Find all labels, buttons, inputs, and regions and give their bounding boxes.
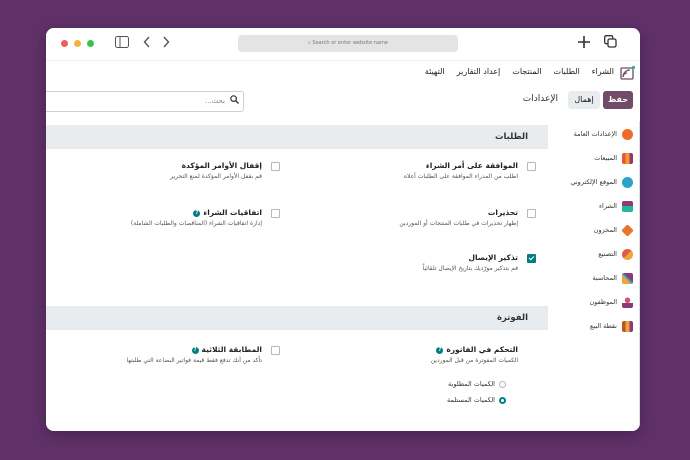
discard-button[interactable]: إهمال <box>568 91 600 109</box>
setting-title: الموافقة على أمر الشراء <box>425 161 518 170</box>
section-title: الفوترة <box>496 313 528 323</box>
setting-description: الكميات المفوترة من قبل الموردين <box>430 357 518 364</box>
section-header-invoicing: الفوترة <box>46 306 548 330</box>
url-placeholder: Search or enter website name <box>312 40 388 46</box>
maximize-window-button[interactable] <box>87 40 94 47</box>
menu-purchase[interactable]: الشراء <box>592 67 614 76</box>
inventory-icon <box>621 223 634 237</box>
warnings-checkbox[interactable] <box>527 209 536 218</box>
help-icon[interactable]: ? <box>193 209 201 217</box>
accounting-icon <box>622 272 633 284</box>
close-window-button[interactable] <box>61 40 68 47</box>
settings-sidebar: الإعدادات العامة المبيعات الموقع الإلكتر… <box>547 121 640 431</box>
control-panel: حفظ إهمال الإعدادات بحث... <box>46 89 640 113</box>
receipt-reminder-checkbox[interactable] <box>527 254 536 263</box>
purchase-agreements-checkbox[interactable] <box>271 209 280 218</box>
setting-description: تأكد من أنك تدفع فقط قيمة فواتير البضاعة… <box>126 357 262 364</box>
forward-arrow-icon[interactable] <box>162 36 170 51</box>
setting-description: اطلب من المدراء الموافقة على الطلبات أعل… <box>403 173 518 180</box>
back-arrow-icon[interactable] <box>143 36 151 51</box>
setting-description: إظهار تحذيرات في طلبات المنتجات أو المور… <box>399 220 518 227</box>
tab-overview-icon[interactable] <box>604 35 617 51</box>
url-bar[interactable]: ⌕ Search or enter website name <box>238 35 458 52</box>
bill-control-received-option[interactable]: الكميات المستلمة <box>447 396 506 404</box>
sidebar-item-label: الشراء <box>598 202 617 210</box>
setting-lock-orders: إقفال الأوامر المؤكدة قم بقفل الأوامر ال… <box>102 161 280 180</box>
radio-received[interactable] <box>499 396 506 404</box>
setting-purchase-agreements: اتفاقيات الشراء? إدارة اتفاقيات الشراء (… <box>102 208 280 227</box>
radio-ordered[interactable] <box>499 380 506 388</box>
menu-configuration[interactable]: التهيئة <box>425 67 445 76</box>
employees-icon <box>622 296 633 308</box>
sidebar-item-general-settings[interactable]: الإعدادات العامة <box>549 125 633 143</box>
setting-title: المطابقة الثلاثية <box>201 345 262 354</box>
purchase-app-logo-icon[interactable] <box>620 65 636 80</box>
top-navbar: الشراء الطلبات المنتجات إعداد التقارير ا… <box>46 61 640 83</box>
sidebar-item-inventory[interactable]: المخزون <box>549 221 634 239</box>
setting-warnings: تحذيرات إظهار تحذيرات في طلبات المنتجات … <box>358 208 536 227</box>
minimize-window-button[interactable] <box>74 40 81 47</box>
sidebar-item-website[interactable]: الموقع الإلكتروني <box>549 173 633 191</box>
new-tab-icon[interactable] <box>578 35 590 51</box>
sidebar-item-label: نقطة البيع <box>589 322 617 330</box>
sidebar-item-label: التصنيع <box>598 250 617 258</box>
po-approval-checkbox[interactable] <box>527 162 536 171</box>
setting-title: تحذيرات <box>487 208 518 217</box>
setting-title: التحكم في الفاتورة <box>446 345 518 354</box>
setting-title: تذكير الإيصال <box>468 253 518 262</box>
setting-title: إقفال الأوامر المؤكدة <box>181 161 262 170</box>
general-settings-icon <box>622 128 633 140</box>
setting-po-approval: الموافقة على أمر الشراء اطلب من المدراء … <box>358 161 536 180</box>
menu-reporting[interactable]: إعداد التقارير <box>457 67 501 76</box>
sidebar-item-manufacturing[interactable]: التصنيع <box>549 245 633 263</box>
sidebar-item-label: الموظفون <box>589 298 618 306</box>
sidebar-item-label: المبيعات <box>594 154 617 162</box>
section-title: الطلبات <box>494 132 528 142</box>
browser-titlebar: ⌕ Search or enter website name <box>46 28 640 61</box>
three-way-matching-checkbox[interactable] <box>271 346 280 355</box>
section-header-orders: الطلبات <box>46 125 548 149</box>
sidebar-item-employees[interactable]: الموظفون <box>549 293 633 311</box>
sidebar-item-purchase[interactable]: الشراء <box>549 197 633 215</box>
help-icon[interactable]: ? <box>191 346 199 354</box>
menu-orders[interactable]: الطلبات <box>554 67 580 76</box>
help-icon[interactable]: ? <box>436 346 444 354</box>
settings-content: الطلبات الموافقة على أمر الشراء اطلب من … <box>46 121 548 431</box>
sidebar-item-label: المخزون <box>593 226 617 234</box>
sidebar-item-point-of-sale[interactable]: نقطة البيع <box>549 317 633 335</box>
radio-label: الكميات المطلوبة <box>448 380 495 388</box>
setting-description: قم بقفل الأوامر المؤكدة لمنع التحرير <box>170 173 262 180</box>
sidebar-toggle-icon[interactable] <box>115 36 129 51</box>
manufacturing-icon <box>622 248 633 260</box>
sidebar-item-label: الإعدادات العامة <box>573 130 617 138</box>
sidebar-item-accounting[interactable]: المحاسبة <box>549 269 633 287</box>
sidebar-item-label: المحاسبة <box>592 274 617 282</box>
sidebar-item-sales[interactable]: المبيعات <box>549 149 633 167</box>
browser-window: ⌕ Search or enter website name الشراء ال… <box>46 28 640 431</box>
sidebar-item-label: الموقع الإلكتروني <box>570 178 617 186</box>
pos-icon <box>622 320 633 332</box>
lock-orders-checkbox[interactable] <box>271 162 280 171</box>
setting-title: اتفاقيات الشراء <box>203 208 262 217</box>
settings-search-input[interactable]: بحث... <box>46 91 244 112</box>
bill-control-ordered-option[interactable]: الكميات المطلوبة <box>448 380 506 388</box>
setting-description: إدارة اتفاقيات الشراء (المناقصات والطلبا… <box>130 220 262 227</box>
setting-three-way-matching: المطابقة الثلاثية? تأكد من أنك تدفع فقط … <box>102 345 280 364</box>
setting-bill-control: التحكم في الفاتورة? الكميات المفوترة من … <box>358 345 518 364</box>
menu-products[interactable]: المنتجات <box>512 67 541 76</box>
radio-label: الكميات المستلمة <box>447 396 495 404</box>
search-placeholder: بحث... <box>204 97 225 105</box>
purchase-icon <box>622 200 633 212</box>
page-title: الإعدادات <box>522 94 558 104</box>
setting-receipt-reminder: تذكير الإيصال قم بتذكير مورّديك بتاريخ ا… <box>358 253 536 272</box>
sales-icon <box>622 152 633 164</box>
website-icon <box>622 176 633 188</box>
search-icon <box>230 95 239 107</box>
save-button[interactable]: حفظ <box>603 91 633 109</box>
setting-description: قم بتذكير مورّديك بتاريخ الإيصال تلقائيا… <box>422 265 518 272</box>
